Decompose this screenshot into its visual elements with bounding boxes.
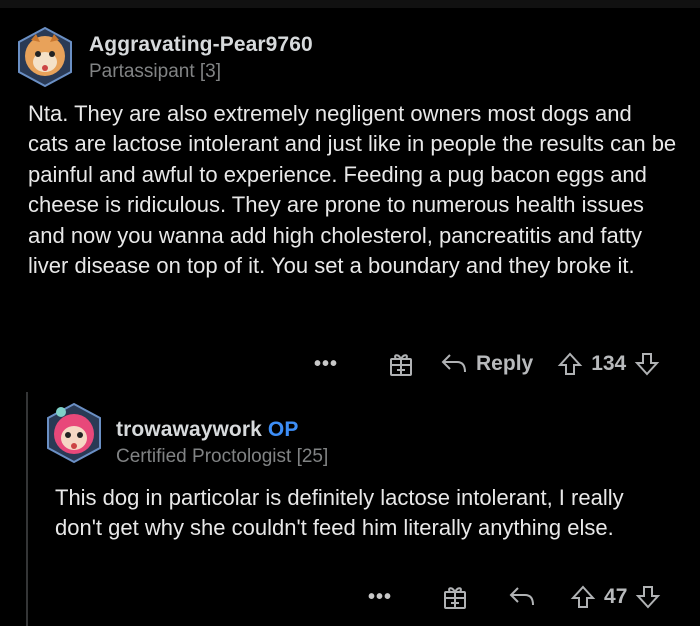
reply-label: Reply [476,352,534,375]
downvote-arrow-icon [636,586,661,609]
comment-actions: ••• Reply 134 [314,344,660,384]
award-icon[interactable] [388,351,414,377]
upvote-button[interactable] [557,351,583,377]
reply-reply-button[interactable] [508,586,536,608]
user-flair: Partassipant [3] [89,61,222,82]
reply-upvote-button[interactable] [570,584,596,610]
upvote-arrow-icon [570,585,596,608]
reply-user-flair: Certified Proctologist [25] [116,446,329,467]
op-badge: OP [267,418,299,441]
reply-actions: ••• 47 [368,577,661,617]
reply-icon [509,587,535,606]
reply-avatar[interactable] [43,402,105,464]
reply-icon [441,354,467,373]
reply-button[interactable]: Reply [440,352,533,376]
thread-line[interactable] [26,392,28,626]
reply-more-options-button[interactable]: ••• [368,586,392,609]
downvote-button[interactable] [634,351,660,377]
comment-body: Nta. They are also extremely negligent o… [28,101,677,279]
username[interactable]: Aggravating-Pear9760 [89,33,313,57]
more-options-button[interactable]: ••• [314,353,338,376]
reply-downvote-button[interactable] [635,584,661,610]
top-divider [0,0,700,8]
avatar[interactable] [14,26,76,88]
downvote-arrow-icon [634,353,660,376]
reply-award-icon[interactable] [442,584,468,610]
upvote-arrow-icon [557,352,583,375]
vote-count: 134 [591,352,627,375]
reply-body: This dog in particolar is definitely lac… [55,485,624,541]
reply-username[interactable]: trowawaywork [116,418,262,441]
reply-vote-count: 47 [604,585,628,608]
